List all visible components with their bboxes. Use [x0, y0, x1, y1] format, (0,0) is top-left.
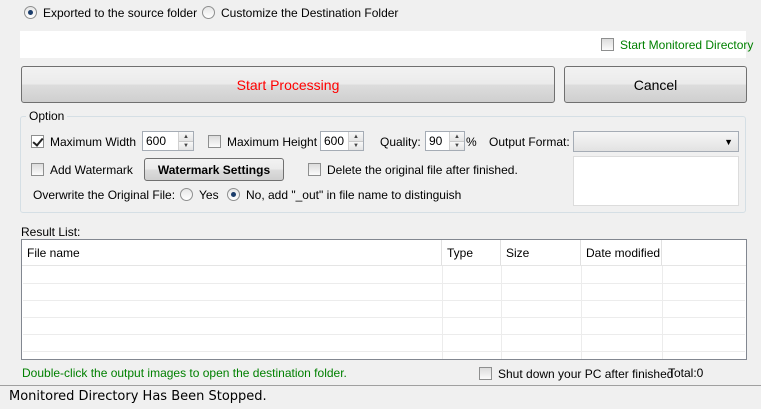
- max-height-checkbox[interactable]: [208, 135, 221, 148]
- overwrite-yes-radio[interactable]: [180, 188, 193, 201]
- shutdown-label[interactable]: Shut down your PC after finished: [498, 367, 673, 381]
- max-height-label[interactable]: Maximum Height: [227, 135, 317, 149]
- status-text: Monitored Directory Has Been Stopped.: [9, 389, 267, 404]
- max-width-checkbox[interactable]: [31, 135, 44, 148]
- column-header-size[interactable]: Size: [501, 240, 581, 266]
- row-divider: [23, 351, 745, 352]
- spin-up-icon[interactable]: ▲: [179, 132, 193, 141]
- quality-spin-arrows[interactable]: ▲ ▼: [449, 132, 464, 150]
- row-divider: [23, 300, 745, 301]
- column-header-type[interactable]: Type: [442, 240, 501, 266]
- monitor-directory-label[interactable]: Start Monitored Directory: [620, 38, 753, 52]
- column-divider: [662, 266, 663, 359]
- spin-down-icon[interactable]: ▼: [349, 141, 363, 150]
- column-header-label: Type: [447, 246, 474, 260]
- column-header-label: Size: [506, 246, 530, 260]
- row-divider: [23, 283, 745, 284]
- max-height-value: 600: [324, 134, 345, 148]
- overwrite-no-radio[interactable]: [227, 188, 240, 201]
- cancel-button[interactable]: Cancel: [564, 66, 747, 103]
- row-divider: [23, 334, 745, 335]
- open-folder-hint: Double-click the output images to open t…: [22, 366, 347, 380]
- quality-label: Quality:: [380, 135, 421, 149]
- spin-down-icon[interactable]: ▼: [179, 141, 193, 150]
- column-divider: [442, 266, 443, 359]
- exported-source-radio[interactable]: [24, 6, 37, 19]
- result-list-title: Result List:: [21, 225, 81, 239]
- output-format-label: Output Format:: [489, 135, 570, 149]
- row-divider: [23, 317, 745, 318]
- watermark-settings-button[interactable]: Watermark Settings: [144, 158, 284, 181]
- total-count: Total:0: [668, 366, 704, 380]
- destination-panel: Start Monitored Directory: [20, 31, 753, 58]
- max-width-spinner[interactable]: 600 ▲ ▼: [142, 131, 194, 151]
- overwrite-yes-label[interactable]: Yes: [199, 188, 219, 202]
- max-height-spinner[interactable]: 600 ▲ ▼: [320, 131, 364, 151]
- overwrite-label: Overwrite the Original File:: [33, 188, 176, 202]
- column-divider: [501, 266, 502, 359]
- spin-up-icon[interactable]: ▲: [349, 132, 363, 141]
- max-width-value: 600: [146, 134, 167, 148]
- option-group-title: Option: [26, 109, 68, 123]
- max-width-spin-arrows[interactable]: ▲ ▼: [178, 132, 193, 150]
- quality-unit: %: [466, 135, 477, 149]
- column-header-label: File name: [27, 246, 80, 260]
- start-processing-button[interactable]: Start Processing: [21, 66, 555, 103]
- quality-spinner[interactable]: 90 ▲ ▼: [425, 131, 465, 151]
- custom-destination-label[interactable]: Customize the Destination Folder: [221, 6, 398, 20]
- max-width-label[interactable]: Maximum Width: [50, 135, 136, 149]
- overwrite-no-label[interactable]: No, add "_out" in file name to distingui…: [246, 188, 461, 202]
- column-header-file-name[interactable]: File name: [22, 240, 442, 266]
- output-format-select[interactable]: ▼: [573, 131, 739, 152]
- header-divider: [22, 265, 746, 266]
- chevron-down-icon[interactable]: ▼: [724, 135, 733, 149]
- max-height-spin-arrows[interactable]: ▲ ▼: [348, 132, 363, 150]
- add-watermark-label[interactable]: Add Watermark: [50, 163, 133, 177]
- status-bar: Monitored Directory Has Been Stopped.: [0, 385, 761, 409]
- column-header-label: Date modified: [586, 246, 661, 260]
- shutdown-checkbox[interactable]: [479, 367, 492, 380]
- delete-original-label[interactable]: Delete the original file after finished.: [327, 163, 518, 177]
- result-list-table[interactable]: File name Type Size Date modified: [21, 239, 747, 360]
- custom-destination-radio[interactable]: [202, 6, 215, 19]
- quality-value: 90: [429, 134, 443, 148]
- monitor-directory-checkbox[interactable]: [601, 38, 614, 51]
- delete-original-checkbox[interactable]: [308, 163, 321, 176]
- exported-source-label[interactable]: Exported to the source folder: [43, 6, 197, 20]
- output-format-preview: [573, 156, 739, 206]
- column-header-date-modified[interactable]: Date modified: [581, 240, 662, 266]
- add-watermark-checkbox[interactable]: [31, 163, 44, 176]
- spin-up-icon[interactable]: ▲: [450, 132, 464, 141]
- column-divider: [581, 266, 582, 359]
- spin-down-icon[interactable]: ▼: [450, 141, 464, 150]
